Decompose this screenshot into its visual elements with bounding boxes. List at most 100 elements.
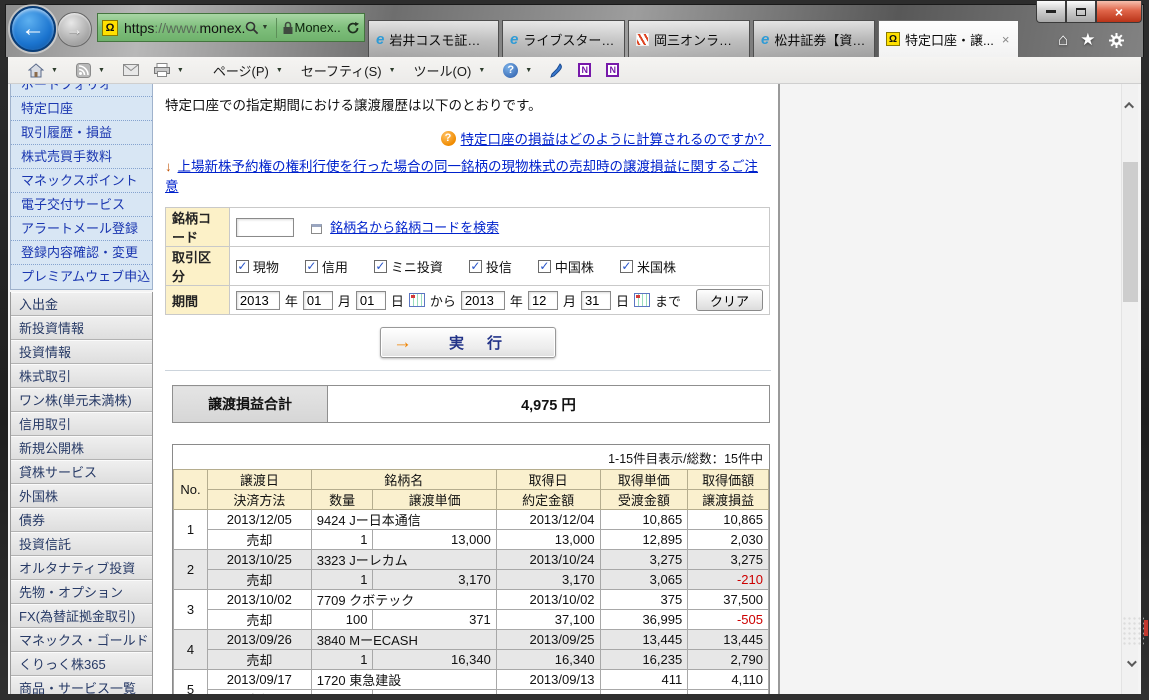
sidebar-item[interactable]: 入出金	[11, 292, 152, 316]
to-month-input[interactable]	[528, 291, 558, 310]
close-button[interactable]: ×	[1096, 1, 1142, 23]
page-menu[interactable]: ページ(P) ▼	[209, 59, 290, 82]
ink-pen-button[interactable]	[546, 61, 567, 80]
address-dropdown-icon[interactable]: ▼	[262, 24, 269, 31]
checkbox-checked-icon[interactable]: ✓	[374, 260, 387, 273]
tab-close-icon[interactable]: ×	[1002, 33, 1010, 46]
sidebar-item[interactable]: プレミアムウェブ申込	[11, 265, 152, 289]
from-month-input[interactable]	[303, 291, 333, 310]
refresh-icon[interactable]	[346, 21, 360, 35]
to-day-input[interactable]	[581, 291, 611, 310]
sidebar-item[interactable]: 取引履歴・損益	[11, 121, 152, 145]
checkbox-checked-icon[interactable]: ✓	[236, 260, 249, 273]
address-bar[interactable]: Ω https://www.monex... ▼ Monex...	[97, 13, 365, 42]
onenote-linked-button[interactable]: N	[602, 61, 623, 79]
help-menu[interactable]: ? ▼	[499, 61, 539, 80]
window-controls: ×	[1036, 1, 1142, 23]
sidebar-item[interactable]: 投資信託	[11, 532, 152, 556]
warrant-notice-link[interactable]: 上場新株予約権の権利行使を行った場合の同一銘柄の現物株式の売却時の譲渡損益に関す…	[165, 159, 758, 194]
onenote-send-button[interactable]: N	[574, 61, 595, 79]
ev-zone-label[interactable]: Monex...	[294, 20, 341, 35]
trade-type-checkbox[interactable]: ✓信用	[305, 257, 348, 276]
calendar-icon[interactable]	[634, 293, 650, 307]
sidebar-item[interactable]: マネックス・ゴールド	[11, 628, 152, 652]
scroll-up-button[interactable]	[1122, 97, 1139, 114]
trade-type-checkbox[interactable]: ✓現物	[236, 257, 279, 276]
sidebar-item[interactable]: 外国株	[11, 484, 152, 508]
vertical-scrollbar[interactable]	[1121, 84, 1138, 694]
sidebar-item[interactable]: 貸株サービス	[11, 460, 152, 484]
table-cell: 3840 MーECASH	[311, 630, 496, 650]
home-icon[interactable]: ⌂	[1058, 30, 1068, 50]
home-menu-button[interactable]: ▼	[24, 61, 65, 80]
stock-code-input[interactable]	[236, 218, 294, 237]
execute-button[interactable]: → 実 行	[380, 327, 556, 358]
sidebar-item[interactable]: くりっく株365	[11, 652, 152, 676]
checkbox-checked-icon[interactable]: ✓	[620, 260, 633, 273]
sidebar-item[interactable]: 株式取引	[11, 364, 152, 388]
sidebar-item[interactable]: 特定口座	[11, 97, 152, 121]
sidebar-item[interactable]: 電子交付サービス	[11, 193, 152, 217]
sidebar-item[interactable]: 債券	[11, 508, 152, 532]
checkbox-checked-icon[interactable]: ✓	[538, 260, 551, 273]
table-cell: 2013/09/13	[496, 670, 600, 690]
clear-button[interactable]: クリア	[696, 289, 763, 311]
sidebar-item[interactable]: 新投資情報	[11, 316, 152, 340]
stock-code-search-link[interactable]: 銘柄名から銘柄コードを検索	[330, 220, 499, 235]
sidebar-item[interactable]: 登録内容確認・変更	[11, 241, 152, 265]
search-icon[interactable]	[245, 21, 259, 35]
sidebar-item[interactable]: 商品・サービス一覧	[11, 676, 152, 694]
sidebar-item[interactable]: オルタナティブ投資	[11, 556, 152, 580]
sidebar-item[interactable]: ワン株(単元未満株)	[11, 388, 152, 412]
minimize-button[interactable]	[1036, 1, 1066, 23]
tab-tokutei-kouza-active[interactable]: Ω 特定口座・譲... ×	[878, 20, 1019, 57]
table-cell: 3,170	[373, 570, 496, 590]
page-viewport: ポートフォリオ特定口座取引履歴・損益株式売買手数料マネックスポイント電子交付サー…	[8, 84, 1141, 694]
trade-type-checkboxes: ✓現物 ✓信用 ✓ミニ投資 ✓投信 ✓中国株 ✓米国株	[236, 257, 763, 276]
scroll-down-button[interactable]	[1122, 655, 1139, 672]
tab-matsui[interactable]: e 松井証券【資産...	[753, 20, 875, 57]
pen-icon	[550, 63, 563, 78]
forward-button[interactable]: →	[57, 12, 92, 47]
col-transfer-unit-price: 譲渡単価	[373, 490, 496, 510]
favorites-star-icon[interactable]: ★	[1080, 30, 1095, 50]
browser-action-icons: ⌂ ★	[1058, 30, 1125, 50]
sidebar-item[interactable]: 株式売買手数料	[11, 145, 152, 169]
tab-livestar[interactable]: e ライブスター証券	[502, 20, 625, 57]
table-row: 売却113,00013,00012,8952,030	[174, 530, 769, 550]
sidebar-item[interactable]: 投資情報	[11, 340, 152, 364]
checkbox-checked-icon[interactable]: ✓	[305, 260, 318, 273]
table-row: 売却10037137,10036,995-505	[174, 610, 769, 630]
read-mail-button[interactable]	[119, 62, 143, 78]
back-button[interactable]: ←	[10, 6, 56, 52]
sidebar-item[interactable]: 信用取引	[11, 412, 152, 436]
maximize-button[interactable]	[1066, 1, 1096, 23]
trade-type-checkbox[interactable]: ✓ミニ投資	[374, 257, 443, 276]
calendar-icon[interactable]	[409, 293, 425, 307]
sidebar-item[interactable]: 先物・オプション	[11, 580, 152, 604]
sidebar-item[interactable]: マネックスポイント	[11, 169, 152, 193]
checkbox-checked-icon[interactable]: ✓	[469, 260, 482, 273]
url-text[interactable]: https://www.monex...	[124, 20, 245, 36]
scrollbar-thumb[interactable]	[1123, 162, 1138, 302]
from-day-input[interactable]	[356, 291, 386, 310]
trade-type-checkbox[interactable]: ✓中国株	[538, 257, 594, 276]
table-row: 52013/09/171720 東急建設2013/09/134114,110	[174, 670, 769, 690]
sidebar-item[interactable]: アラートメール登録	[11, 217, 152, 241]
tab-okasan-online[interactable]: 岡三オンライン...	[628, 20, 750, 57]
table-row: 売却13,1703,1703,065-210	[174, 570, 769, 590]
rss-feeds-button[interactable]: ▼	[72, 61, 112, 80]
sidebar-item[interactable]: 新規公開株	[11, 436, 152, 460]
tab-iwai-cosmo[interactable]: e 岩井コスモ証券 ...	[368, 20, 499, 57]
sidebar-item[interactable]: FX(為替証拠金取引)	[11, 604, 152, 628]
trade-type-checkbox[interactable]: ✓米国株	[620, 257, 676, 276]
print-button[interactable]: ▼	[150, 61, 191, 79]
to-year-input[interactable]	[461, 291, 505, 310]
from-year-input[interactable]	[236, 291, 280, 310]
safety-menu[interactable]: セーフティ(S) ▼	[297, 59, 403, 82]
settings-gear-icon[interactable]	[1108, 32, 1125, 49]
tools-menu[interactable]: ツール(O) ▼	[410, 59, 493, 82]
trade-type-checkbox[interactable]: ✓投信	[469, 257, 512, 276]
pl-calculation-help-link[interactable]: 特定口座の損益はどのように計算されるのですか？	[461, 128, 772, 148]
sidebar-item[interactable]: ポートフォリオ	[11, 84, 152, 97]
